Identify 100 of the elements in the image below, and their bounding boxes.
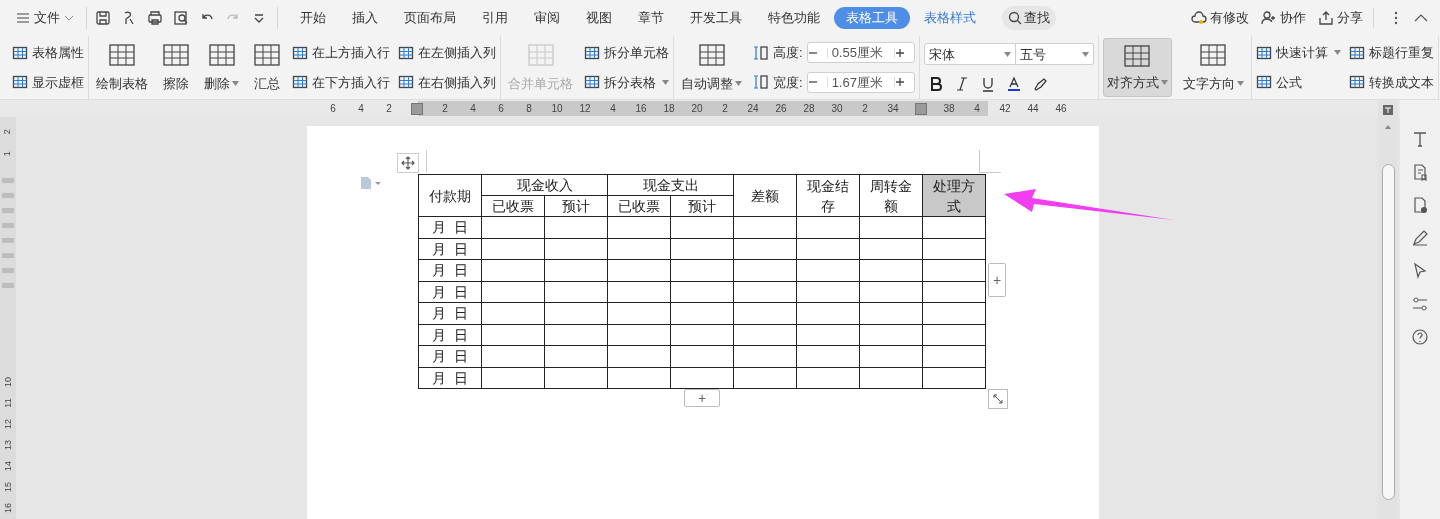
- ruler-marker: [2, 268, 14, 273]
- table-icon: [584, 44, 600, 61]
- ruler-number: 30: [831, 102, 843, 116]
- ribbon-button[interactable]: 拆分单元格: [584, 41, 669, 64]
- ruler-number: 44: [1027, 102, 1039, 116]
- ruler-number: 34: [887, 102, 899, 116]
- add-column-button[interactable]: +: [988, 263, 1006, 297]
- ruler-number: 12: [579, 102, 591, 116]
- ruler-number: 2: [386, 102, 392, 116]
- ruler-marker: [2, 283, 14, 288]
- table-cell: 月 日: [418, 216, 482, 238]
- ribbon-button[interactable]: 在下方插入行: [292, 71, 390, 94]
- ribbon-tab[interactable]: 表格样式: [912, 7, 988, 29]
- ruler-number: 12: [2, 419, 14, 429]
- ruler-number: 42: [999, 102, 1011, 116]
- share-icon: [1318, 10, 1334, 26]
- dropdown-caret-icon: [1333, 50, 1341, 56]
- ribbon-button[interactable]: 表格属性: [12, 41, 84, 64]
- scrollbar-thumb[interactable]: [1381, 164, 1395, 500]
- ruler-marker: [2, 193, 14, 198]
- pen-button[interactable]: [1411, 229, 1429, 247]
- table-icon: [526, 42, 555, 68]
- ribbon-tab[interactable]: 页面布局: [392, 7, 468, 29]
- dropdown-caret-icon: [735, 80, 742, 86]
- header-cell: 付款期: [418, 174, 482, 217]
- ruler-number: 2: [442, 102, 448, 116]
- ruler-number: 10: [551, 102, 563, 116]
- sliders-icon: [1411, 295, 1429, 313]
- help-button[interactable]: [1411, 328, 1429, 346]
- ribbon-button[interactable]: 在左侧插入列: [398, 41, 496, 64]
- spin-field[interactable]: 1.67厘米: [806, 71, 915, 93]
- add-row-button[interactable]: +: [684, 389, 720, 407]
- ribbon-button[interactable]: 在右侧插入列: [398, 71, 496, 94]
- sliders-button[interactable]: [1411, 295, 1429, 313]
- dropdown-caret-icon: [232, 80, 239, 86]
- search-icon: [1008, 11, 1022, 25]
- ribbon-button[interactable]: 拆分表格: [584, 71, 669, 94]
- ribbon-button[interactable]: 汇总: [250, 38, 284, 97]
- toolbar-action[interactable]: 协作: [1261, 8, 1306, 28]
- header-cell: 现金结存: [796, 174, 860, 217]
- ribbon-button[interactable]: 删除: [201, 38, 242, 97]
- ribbon-button[interactable]: 标题行重复: [1348, 41, 1434, 64]
- ribbon-tab[interactable]: 引用: [470, 7, 520, 29]
- toolbar-action[interactable]: 有修改: [1191, 8, 1249, 28]
- table-cell: 月 日: [418, 259, 482, 281]
- search-button[interactable]: 查找: [1002, 6, 1056, 30]
- table-icon: [1348, 74, 1365, 91]
- ribbon-tab[interactable]: 特色功能: [756, 7, 832, 29]
- ruler-number: 16: [2, 503, 14, 513]
- ruler-marker[interactable]: [411, 102, 423, 115]
- ribbon-button[interactable]: 显示虚框: [12, 71, 84, 94]
- ribbon-tab[interactable]: 开始: [288, 7, 338, 29]
- document-settings-button[interactable]: [1411, 196, 1429, 214]
- print-button[interactable]: [147, 10, 163, 26]
- font-color-button[interactable]: [1005, 75, 1022, 92]
- ruler-number: 13: [2, 440, 14, 450]
- file-menu[interactable]: 文件: [12, 5, 78, 31]
- table-move-handle[interactable]: [397, 153, 419, 173]
- ruler-number: 2: [722, 102, 728, 116]
- font-name-dropdown[interactable]: 宋体: [923, 43, 1016, 66]
- table-icon: [584, 74, 600, 91]
- ribbon-tab[interactable]: 章节: [626, 7, 676, 29]
- ribbon-tab[interactable]: 视图: [574, 7, 624, 29]
- ruler-marker: [2, 238, 14, 243]
- table-icon: [253, 42, 281, 68]
- ruler-number: 11: [2, 398, 14, 408]
- pen-icon: [1411, 229, 1429, 247]
- ribbon-tab[interactable]: 开发工具: [678, 7, 754, 29]
- print-preview-button[interactable]: [173, 10, 189, 26]
- text-button[interactable]: [1411, 130, 1429, 148]
- header-cell: 现金收入: [481, 174, 608, 196]
- toolbar-action[interactable]: 分享: [1318, 8, 1363, 28]
- ribbon-button[interactable]: 文字方向: [1179, 38, 1247, 97]
- ribbon-button[interactable]: 转换成文本: [1348, 71, 1434, 94]
- ribbon-button[interactable]: 对齐方式: [1102, 38, 1172, 97]
- ribbon-button[interactable]: 公式: [1255, 71, 1341, 94]
- ribbon-button[interactable]: 擦除: [159, 38, 193, 97]
- ribbon-button[interactable]: 在上方插入行: [292, 41, 390, 64]
- ruler-number: 6: [498, 102, 504, 116]
- cloud-icon: [1191, 10, 1207, 26]
- table-icon: [12, 74, 28, 91]
- spin-field[interactable]: 0.55厘米: [806, 42, 915, 64]
- table-icon: [398, 44, 414, 61]
- ribbon-button[interactable]: 快速计算: [1255, 41, 1341, 64]
- header-cell: 预计: [544, 195, 608, 217]
- ruler-number: 4: [470, 102, 476, 116]
- font-size-dropdown[interactable]: 五号: [1015, 43, 1094, 66]
- ruler-number: 38: [943, 102, 955, 116]
- ribbon-button[interactable]: 自动调整: [678, 38, 745, 97]
- pointer-button[interactable]: [1411, 262, 1429, 280]
- ribbon-button[interactable]: 绘制表格: [93, 38, 151, 97]
- table-icon: [292, 44, 308, 61]
- header-cell: 处理方式: [922, 174, 986, 217]
- resize-handle[interactable]: [988, 389, 1008, 409]
- save-button[interactable]: [95, 10, 111, 26]
- ribbon-tab[interactable]: 插入: [340, 7, 390, 29]
- ribbon-tab[interactable]: 审阅: [522, 7, 572, 29]
- field-label: 宽度:: [773, 73, 803, 92]
- table-icon: [1255, 44, 1272, 61]
- document-bookmark-button[interactable]: [1411, 163, 1429, 181]
